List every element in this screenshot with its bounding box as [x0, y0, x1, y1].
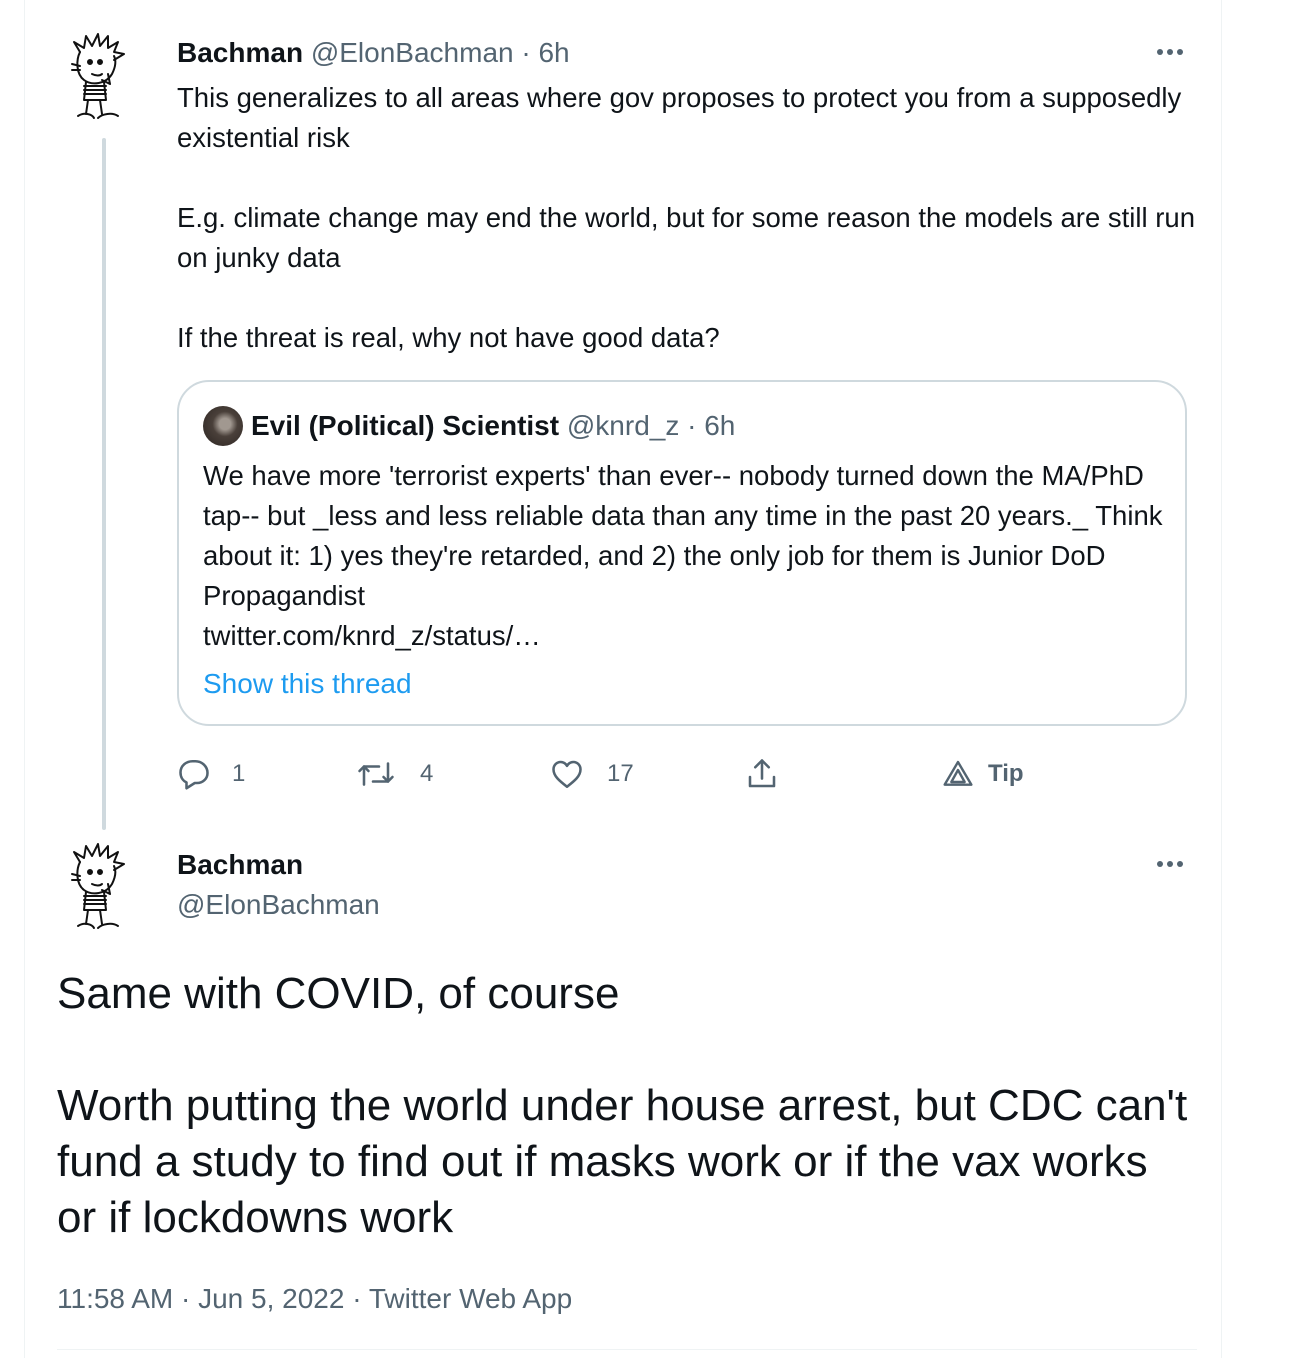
quoted-header: Evil (Political) Scientist @knrd_z · 6h: [251, 408, 735, 444]
reply-icon: [179, 759, 209, 790]
tweet-paragraph: E.g. climate change may end the world, b…: [177, 202, 1196, 273]
tweet-paragraph: This generalizes to all areas where gov …: [177, 82, 1182, 153]
retweet-count: 4: [420, 760, 434, 787]
tweet-paragraph: Worth putting the world under house arre…: [57, 1081, 1188, 1242]
column-border-left: [24, 0, 25, 1358]
author-name[interactable]: Bachman: [177, 37, 303, 68]
tweet-header: Bachman @ElonBachman · 6h: [177, 34, 570, 72]
reply-count: 1: [232, 760, 246, 787]
reply-button[interactable]: 1: [176, 752, 245, 796]
calvin-avatar-icon: [71, 843, 125, 929]
calvin-avatar-icon: [71, 33, 125, 119]
tweet-text: This generalizes to all areas where gov …: [177, 78, 1197, 358]
quoted-avatar: [203, 406, 243, 446]
tip-label: Tip: [988, 760, 1024, 787]
quoted-tweet-card[interactable]: Evil (Political) Scientist @knrd_z · 6h …: [177, 380, 1187, 726]
separator-dot: ·: [687, 410, 697, 441]
quoted-time: 6h: [704, 410, 736, 441]
tweet-paragraph: If the threat is real, why not have good…: [177, 322, 720, 353]
quoted-author-name: Evil (Political) Scientist: [251, 410, 560, 441]
like-count: 17: [607, 760, 634, 787]
tweet-time[interactable]: 6h: [538, 37, 569, 68]
more-icon[interactable]: [1150, 40, 1190, 64]
like-button[interactable]: 17: [549, 752, 634, 796]
avatar[interactable]: [66, 30, 132, 122]
quoted-author-handle: @knrd_z: [566, 410, 680, 441]
author-handle[interactable]: @ElonBachman: [311, 37, 514, 68]
quoted-link: twitter.com/knrd_z/status/…: [203, 620, 541, 651]
more-icon[interactable]: [1150, 852, 1190, 876]
divider: [57, 1349, 1197, 1350]
heart-icon: [552, 760, 582, 789]
avatar[interactable]: [66, 840, 132, 932]
share-icon: [748, 759, 776, 788]
tip-icon: [943, 760, 973, 786]
quoted-body: We have more 'terrorist experts' than ev…: [203, 460, 1163, 611]
show-thread-link[interactable]: Show this thread: [203, 666, 412, 702]
author-name[interactable]: Bachman: [177, 846, 303, 884]
tweet-action-bar: 1 4 17 Tip: [0, 752, 1292, 796]
tweet-timestamp-meta[interactable]: 11:58 AM · Jun 5, 2022 · Twitter Web App: [57, 1280, 572, 1318]
tweet-paragraph: Same with COVID, of course: [57, 969, 620, 1018]
quoted-text: We have more 'terrorist experts' than ev…: [203, 456, 1163, 656]
main-tweet-text: Same with COVID, of course Worth putting…: [57, 966, 1197, 1246]
retweet-button[interactable]: 4: [356, 752, 433, 796]
tweet-thread-page: Bachman @ElonBachman · 6h This generaliz…: [0, 0, 1292, 1358]
tip-button[interactable]: Tip: [942, 752, 1024, 796]
thread-connector-line: [102, 138, 106, 830]
author-handle[interactable]: @ElonBachman: [177, 886, 380, 924]
separator-dot: ·: [521, 37, 531, 68]
column-border-right: [1221, 0, 1222, 1358]
share-button[interactable]: [744, 752, 780, 796]
retweet-icon: [358, 762, 394, 786]
